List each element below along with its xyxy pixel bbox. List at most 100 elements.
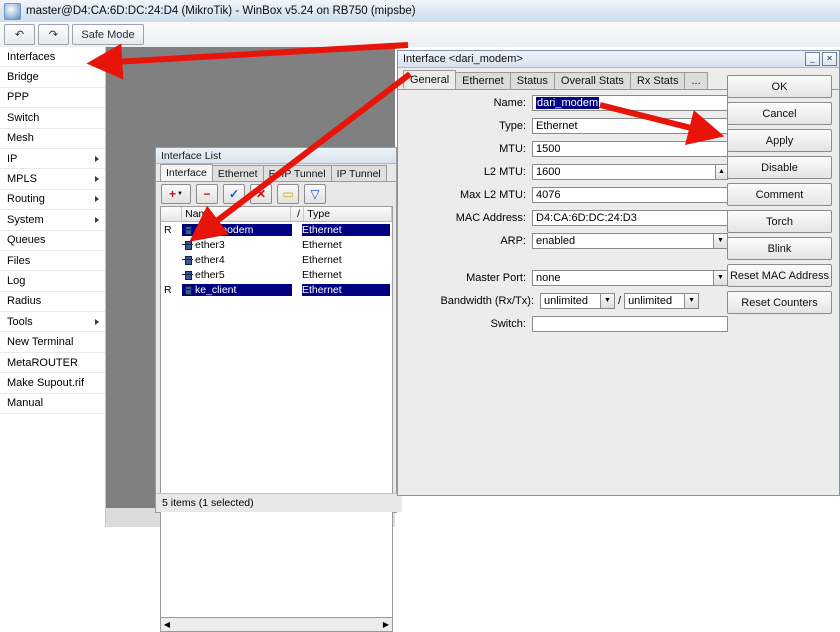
mtu-input[interactable]: 1500 — [532, 140, 728, 157]
max-l2-mtu-input[interactable]: 4076 — [532, 186, 728, 203]
cancel-button[interactable]: Cancel — [727, 102, 832, 125]
row-name-cell: ke_client — [182, 283, 292, 296]
table-row[interactable]: ether4 Ethernet — [161, 252, 392, 267]
plus-icon: + — [169, 187, 177, 201]
safe-mode-button[interactable]: Safe Mode — [72, 24, 144, 45]
minimize-icon[interactable]: _ — [805, 52, 820, 66]
master-port-input[interactable]: none — [532, 269, 728, 286]
name-input[interactable]: dari_modem — [532, 94, 728, 111]
type-input[interactable]: Ethernet — [532, 117, 728, 134]
field-label: Switch: — [490, 317, 526, 330]
interface-table-header: Name / Type — [161, 207, 392, 222]
sidebar-item-routing[interactable]: Routing — [0, 189, 105, 211]
col-type[interactable]: Type — [304, 207, 392, 221]
sidebar-item-label: System — [7, 213, 44, 226]
sidebar-item-label: Bridge — [7, 71, 39, 84]
form-row: Switch: — [398, 312, 728, 335]
filter-button[interactable]: ▽ — [304, 184, 326, 204]
table-row[interactable]: Rke_client Ethernet — [161, 282, 392, 297]
table-row[interactable]: ether5 Ethernet — [161, 267, 392, 282]
sidebar-item-radius[interactable]: Radius — [0, 291, 105, 313]
back-button[interactable]: ↶ — [4, 24, 35, 45]
dialog-tab-rx-stats[interactable]: Rx Stats — [629, 72, 686, 89]
switch-input[interactable] — [532, 315, 728, 332]
interface-list-title: Interface List — [156, 148, 396, 164]
scroll-left-icon[interactable]: ◀ — [161, 619, 173, 630]
row-name-cell: dari_modem — [182, 223, 292, 236]
master-port-dropdown-icon[interactable]: ▼ — [713, 269, 728, 286]
sidebar-item-new-terminal[interactable]: New Terminal — [0, 332, 105, 353]
dialog-tab-overall-stats[interactable]: Overall Stats — [553, 72, 631, 89]
table-row[interactable]: Rdari_modem Ethernet — [161, 222, 392, 237]
iflist-tab-ethernet[interactable]: Ethernet — [211, 165, 264, 181]
dialog-tab-more[interactable]: ... — [684, 72, 708, 89]
close-icon[interactable]: ✕ — [822, 52, 837, 66]
comment-button[interactable]: ▭ — [277, 184, 299, 204]
bandwidth-tx-control: unlimited ▼ — [624, 292, 700, 309]
sidebar-item-bridge[interactable]: Bridge — [0, 67, 105, 88]
row-name-label: ether4 — [195, 253, 225, 266]
field-label: ARP: — [500, 234, 526, 247]
sidebar-item-interfaces[interactable]: Interfaces — [0, 47, 105, 68]
sidebar-item-system[interactable]: System — [0, 210, 105, 231]
blink-button[interactable]: Blink — [727, 237, 832, 260]
iflist-tab-eoip-tunnel[interactable]: EoIP Tunnel — [262, 165, 332, 181]
comment-button[interactable]: Comment — [727, 183, 832, 206]
field-control: enabled ▼ — [532, 232, 728, 249]
bandwidth-row: Bandwidth (Rx/Tx): unlimited ▼ / unlimited ▼ — [398, 289, 728, 312]
reset-counters-button[interactable]: Reset Counters — [727, 291, 832, 314]
field-label: Master Port: — [466, 271, 526, 284]
scroll-right-icon[interactable]: ▶ — [380, 619, 392, 630]
row-flag: R — [164, 223, 172, 236]
disable-button[interactable]: Disable — [727, 156, 832, 179]
dialog-tab-general[interactable]: General — [403, 70, 457, 89]
interface-icon — [182, 225, 193, 235]
table-row[interactable]: ether3 Ethernet — [161, 237, 392, 252]
sidebar-item-ip[interactable]: IP — [0, 148, 105, 170]
sidebar-item-files[interactable]: Files — [0, 250, 105, 272]
chevron-right-icon — [95, 155, 99, 162]
window-titlebar: master@D4:CA:6D:DC:24:D4 (MikroTik) - Wi… — [0, 0, 840, 23]
sidebar-item-make-supout-rif[interactable]: Make Supout.rif — [0, 373, 105, 394]
dialog-tab-ethernet[interactable]: Ethernet — [455, 72, 511, 89]
sidebar-item-ppp[interactable]: PPP — [0, 87, 105, 109]
disable-interface-button[interactable]: ✕ — [250, 184, 272, 204]
l2-mtu-input[interactable]: 1600 — [532, 163, 728, 180]
ok-button[interactable]: OK — [727, 75, 832, 98]
col-name[interactable]: Name — [182, 207, 291, 221]
chevron-right-icon — [95, 318, 99, 325]
sidebar-item-queues[interactable]: Queues — [0, 230, 105, 251]
bandwidth-rx-dropdown-icon[interactable]: ▼ — [600, 292, 615, 309]
bandwidth-tx-dropdown-icon[interactable]: ▼ — [684, 292, 700, 309]
apply-button[interactable]: Apply — [727, 129, 832, 152]
iflist-tab-interface[interactable]: Interface — [160, 164, 213, 181]
enable-interface-button[interactable]: ✓ — [223, 184, 245, 204]
reset-mac-address-button[interactable]: Reset MAC Address — [727, 264, 832, 287]
main-toolbar: ↶ ↷ Safe Mode — [0, 22, 840, 48]
interface-table-hscrollbar[interactable]: ◀ ▶ — [160, 617, 393, 632]
sidebar-item-log[interactable]: Log — [0, 271, 105, 292]
row-name-cell: ether4 — [182, 254, 292, 266]
arp-dropdown-icon[interactable]: ▼ — [713, 232, 728, 249]
sidebar-item-mpls[interactable]: MPLS — [0, 169, 105, 190]
sidebar-item-metarouter[interactable]: MetaROUTER — [0, 352, 105, 374]
add-interface-button[interactable]: + ▼ — [161, 184, 191, 204]
interface-table[interactable]: Name / Type Rdari_modem Ethernet ether3 Eth… — [160, 206, 393, 618]
mac-address-input[interactable]: D4:CA:6D:DC:24:D3 — [532, 209, 728, 226]
arp-input[interactable]: enabled — [532, 232, 728, 249]
dialog-tab-status[interactable]: Status — [509, 72, 555, 89]
sidebar-item-tools[interactable]: Tools — [0, 312, 105, 333]
field-control: dari_modem — [532, 94, 728, 111]
iflist-tab-ip-tunnel[interactable]: IP Tunnel — [330, 165, 387, 181]
form-row: MTU: 1500 — [398, 137, 728, 160]
remove-interface-button[interactable]: − — [196, 184, 218, 204]
sidebar-item-manual[interactable]: Manual — [0, 393, 105, 415]
sidebar-item-switch[interactable]: Switch — [0, 108, 105, 129]
torch-button[interactable]: Torch — [727, 210, 832, 233]
row-type-cell: Ethernet — [302, 283, 390, 296]
window-title: master@D4:CA:6D:DC:24:D4 (MikroTik) - Wi… — [26, 5, 416, 17]
interface-icon — [182, 285, 193, 295]
row-type-cell: Ethernet — [302, 268, 342, 281]
sidebar-item-mesh[interactable]: Mesh — [0, 128, 105, 149]
forward-button[interactable]: ↷ — [38, 24, 69, 45]
